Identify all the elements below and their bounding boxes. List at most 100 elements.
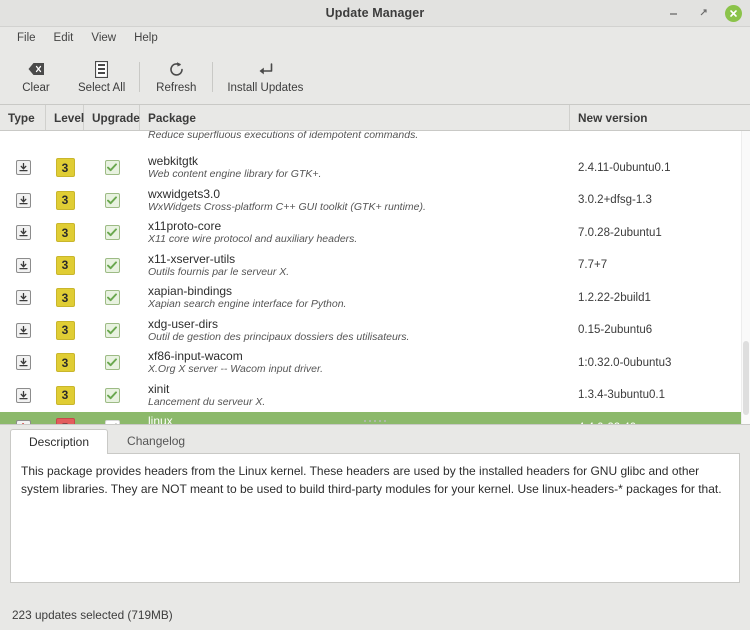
row-level-cell: 3: [46, 184, 84, 217]
package-name: xapian-bindings: [148, 284, 232, 298]
tab-description[interactable]: Description: [10, 429, 108, 454]
row-version-cell: 3.0.2+dfsg-1.3: [570, 184, 750, 217]
table-row[interactable]: 3 webkitgtk Web content engine library f…: [0, 152, 750, 185]
refresh-button-label: Refresh: [156, 82, 196, 94]
checkmark-icon: [107, 163, 117, 172]
row-upgrade-cell[interactable]: [84, 379, 140, 412]
row-level-cell: 3: [46, 314, 84, 347]
download-icon: [16, 225, 31, 240]
column-header-level[interactable]: Level: [46, 105, 84, 130]
package-description: Web content engine library for GTK+.: [148, 168, 321, 181]
row-upgrade-cell[interactable]: [84, 282, 140, 315]
upgrade-checkbox[interactable]: [105, 388, 120, 403]
minimize-button[interactable]: [665, 6, 681, 22]
level-badge: 3: [56, 321, 75, 340]
tab-strip: Description Changelog: [10, 425, 740, 453]
row-version-cell: 1.2.22-2build1: [570, 282, 750, 315]
upgrade-checkbox[interactable]: [105, 323, 120, 338]
table-row[interactable]: 3 xf86-input-wacom X.Org X server -- Wac…: [0, 347, 750, 380]
upgrade-checkbox[interactable]: [105, 290, 120, 305]
row-type-cell: [0, 379, 46, 412]
row-package-cell: linux Linux Kernel Headers for developme…: [140, 412, 570, 425]
install-updates-button[interactable]: Install Updates: [217, 52, 313, 102]
table-row[interactable]: Reduce superfluous executions of idempot…: [0, 131, 750, 152]
menu-item-help[interactable]: Help: [125, 30, 167, 46]
toolbar: Clear Select All Refresh: [0, 49, 750, 105]
row-upgrade-cell[interactable]: [84, 184, 140, 217]
level-badge: 3: [56, 256, 75, 275]
table-row[interactable]: 3 xinit Lancement du serveur X. 1.3.4-3u…: [0, 379, 750, 412]
row-level-cell: 3: [46, 282, 84, 315]
refresh-button[interactable]: Refresh: [144, 52, 208, 102]
table-row[interactable]: 3 xdg-user-dirs Outil de gestion des pri…: [0, 314, 750, 347]
description-text: This package provides headers from the L…: [10, 453, 740, 583]
column-header-type[interactable]: Type: [0, 105, 46, 130]
package-name: x11-xserver-utils: [148, 252, 235, 266]
package-name: xdg-user-dirs: [148, 317, 218, 331]
close-button[interactable]: [725, 5, 742, 22]
scrollbar-thumb[interactable]: [743, 341, 749, 415]
level-badge: 3: [56, 223, 75, 242]
row-type-cell: [0, 347, 46, 380]
row-upgrade-cell[interactable]: [84, 217, 140, 250]
package-description: Reduce superfluous executions of idempot…: [148, 131, 418, 142]
row-type-cell: [0, 184, 46, 217]
table-row[interactable]: 3 xapian-bindings Xapian search engine i…: [0, 282, 750, 315]
row-package-cell: wxwidgets3.0 WxWidgets Cross-platform C+…: [140, 184, 570, 217]
menu-item-edit[interactable]: Edit: [45, 30, 83, 46]
row-upgrade-cell[interactable]: [84, 347, 140, 380]
select-all-button[interactable]: Select All: [68, 52, 135, 102]
upgrade-checkbox[interactable]: [105, 225, 120, 240]
window-controls: [665, 0, 742, 27]
row-package-cell: xinit Lancement du serveur X.: [140, 379, 570, 412]
package-name: xinit: [148, 382, 169, 396]
checkmark-icon: [107, 423, 117, 424]
clear-backspace-icon: [28, 60, 45, 79]
package-table: Type Level Upgrade Package New version R…: [0, 105, 750, 425]
level-badge: 3: [56, 353, 75, 372]
row-upgrade-cell[interactable]: [84, 412, 140, 425]
column-header-upgrade[interactable]: Upgrade: [84, 105, 140, 130]
table-row[interactable]: 3 x11proto-core X11 core wire protocol a…: [0, 217, 750, 250]
clear-button[interactable]: Clear: [4, 52, 68, 102]
row-upgrade-cell[interactable]: [84, 152, 140, 185]
level-badge: 3: [56, 158, 75, 177]
tab-changelog[interactable]: Changelog: [108, 428, 204, 453]
level-badge: 3: [56, 191, 75, 210]
package-name: linux: [148, 414, 173, 424]
download-icon: [16, 258, 31, 273]
menu-item-view[interactable]: View: [82, 30, 125, 46]
table-row[interactable]: 3 wxwidgets3.0 WxWidgets Cross-platform …: [0, 184, 750, 217]
row-type-cell: [0, 249, 46, 282]
table-row[interactable]: 3 x11-xserver-utils Outils fournis par l…: [0, 249, 750, 282]
download-icon: [16, 160, 31, 175]
row-package-cell: xapian-bindings Xapian search engine int…: [140, 282, 570, 315]
checkmark-icon: [107, 326, 117, 335]
row-type-cell: [0, 314, 46, 347]
vertical-scrollbar[interactable]: [741, 131, 750, 424]
refresh-circular-arrow-icon: [168, 60, 185, 79]
row-upgrade-cell[interactable]: [84, 314, 140, 347]
row-package-cell: xf86-input-wacom X.Org X server -- Wacom…: [140, 347, 570, 380]
menu-bar: File Edit View Help: [0, 27, 750, 49]
row-package-cell: x11proto-core X11 core wire protocol and…: [140, 217, 570, 250]
warning-icon: !: [16, 420, 31, 424]
select-all-button-label: Select All: [78, 82, 125, 94]
menu-item-file[interactable]: File: [8, 30, 45, 46]
maximize-button[interactable]: [695, 6, 711, 22]
close-icon: [729, 9, 738, 18]
upgrade-checkbox[interactable]: [105, 420, 120, 424]
row-upgrade-cell[interactable]: [84, 249, 140, 282]
column-header-new-version[interactable]: New version: [570, 105, 750, 130]
table-row-selected[interactable]: ! 5 linux Linux Kernel Headers for devel…: [0, 412, 750, 425]
upgrade-checkbox[interactable]: [105, 258, 120, 273]
row-level-cell: 3: [46, 347, 84, 380]
upgrade-checkbox[interactable]: [105, 355, 120, 370]
row-level-cell: [46, 131, 84, 152]
pane-resize-grip[interactable]: [364, 420, 386, 422]
window-title: Update Manager: [0, 0, 750, 27]
column-header-package[interactable]: Package: [140, 105, 570, 130]
level-badge: 3: [56, 386, 75, 405]
upgrade-checkbox[interactable]: [105, 193, 120, 208]
upgrade-checkbox[interactable]: [105, 160, 120, 175]
